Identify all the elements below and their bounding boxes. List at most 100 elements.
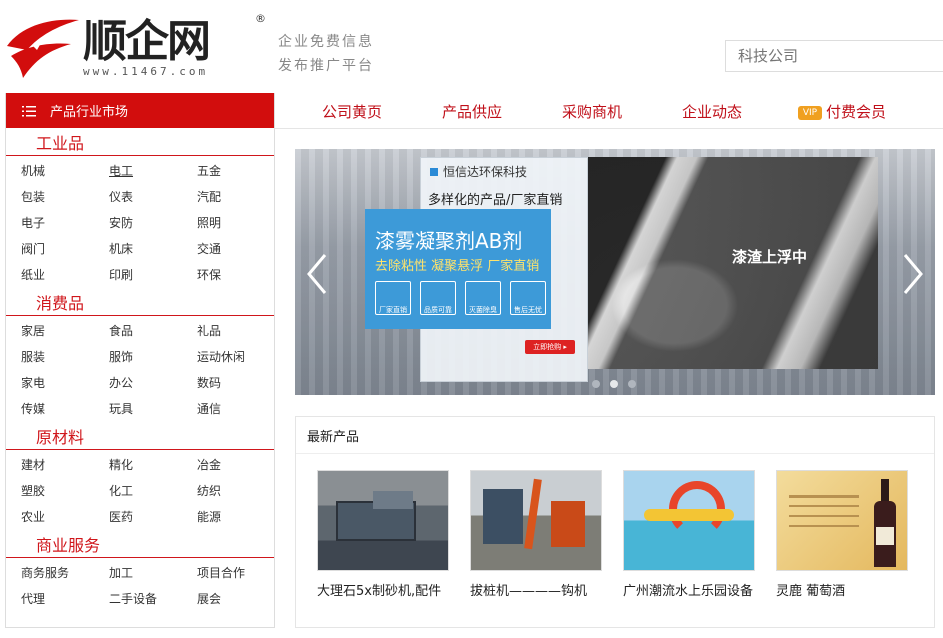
category-link[interactable]: 五金 bbox=[197, 158, 277, 184]
category-title[interactable]: 消费品 bbox=[6, 290, 274, 316]
category-link[interactable]: 冶金 bbox=[197, 452, 277, 478]
carousel-dots bbox=[592, 373, 646, 392]
banner-carousel[interactable]: 恒信达环保科技 多样化的产品/厂家直销 漆雾凝聚剂AB剂 去除粘性 凝聚悬浮 厂… bbox=[295, 149, 935, 395]
category-link[interactable]: 项目合作 bbox=[197, 560, 277, 586]
category-link[interactable]: 纸业 bbox=[21, 262, 109, 288]
category-link[interactable]: 玩具 bbox=[109, 396, 197, 422]
category-link[interactable]: 阀门 bbox=[21, 236, 109, 262]
category-link[interactable]: 精化 bbox=[109, 452, 197, 478]
category-title[interactable]: 工业品 bbox=[6, 130, 274, 156]
category-link[interactable]: 电子 bbox=[21, 210, 109, 236]
banner-title: 漆雾凝聚剂AB剂 bbox=[375, 229, 523, 253]
category-link[interactable]: 安防 bbox=[109, 210, 197, 236]
category-link[interactable]: 机械 bbox=[21, 158, 109, 184]
category-link[interactable]: 数码 bbox=[197, 370, 277, 396]
category-link[interactable]: 加工 bbox=[109, 560, 197, 586]
vip-icon: VIP bbox=[798, 106, 822, 120]
category-link[interactable]: 通信 bbox=[197, 396, 277, 422]
carousel-dot[interactable] bbox=[628, 380, 636, 388]
category-link[interactable]: 交通 bbox=[197, 236, 277, 262]
latest-products: 最新产品 大理石5x制砂机,配件 拔桩机————钩机 广州潮流水上乐园设备 灵鹿… bbox=[295, 416, 935, 628]
category-title[interactable]: 商业服务 bbox=[6, 532, 274, 558]
feature-label: 品质可靠 bbox=[424, 306, 452, 314]
category-link[interactable]: 医药 bbox=[109, 504, 197, 530]
company-logo-icon bbox=[430, 168, 438, 176]
nav-item-vip[interactable]: VIP 付费会员 bbox=[798, 101, 886, 122]
category-title[interactable]: 原材料 bbox=[6, 424, 274, 450]
search-input[interactable] bbox=[725, 40, 943, 72]
category-link[interactable]: 纺织 bbox=[197, 478, 277, 504]
category-link[interactable]: 建材 bbox=[21, 452, 109, 478]
category-link[interactable]: 传媒 bbox=[21, 396, 109, 422]
category-link[interactable]: 照明 bbox=[197, 210, 277, 236]
product-image[interactable] bbox=[623, 470, 755, 571]
category-link[interactable]: 机床 bbox=[109, 236, 197, 262]
category-link[interactable]: 家居 bbox=[21, 318, 109, 344]
category-link[interactable]: 汽配 bbox=[197, 184, 277, 210]
category-link[interactable]: 环保 bbox=[197, 262, 277, 288]
product-image[interactable] bbox=[317, 470, 449, 571]
category-sidebar: 产品行业市场 工业品 机械 电工 五金包装 仪表 汽配电子 安防 照明阀门 机床 交通纸业 印刷 环保… bbox=[5, 93, 275, 628]
nav-item-vip-label: 付费会员 bbox=[826, 103, 887, 121]
category-link[interactable]: 运动休闲 bbox=[197, 344, 277, 370]
category-link[interactable]: 化工 bbox=[109, 478, 197, 504]
category-link[interactable]: 能源 bbox=[197, 504, 277, 530]
product-name[interactable]: 大理石5x制砂机,配件 bbox=[317, 580, 451, 599]
category-link[interactable]: 农业 bbox=[21, 504, 109, 530]
product-card[interactable]: 大理石5x制砂机,配件 bbox=[317, 470, 449, 599]
category-link[interactable]: 印刷 bbox=[109, 262, 197, 288]
divider bbox=[296, 453, 934, 454]
nav-item-news[interactable]: 企业动态 bbox=[682, 101, 742, 122]
category-link[interactable]: 展会 bbox=[197, 586, 277, 612]
category-link[interactable]: 服装 bbox=[21, 344, 109, 370]
nav-item-products[interactable]: 产品供应 bbox=[442, 101, 502, 122]
carousel-prev-icon[interactable] bbox=[303, 249, 333, 299]
product-card[interactable]: 广州潮流水上乐园设备 bbox=[623, 470, 755, 599]
slogan-line-1: 企业免费信息 bbox=[278, 34, 374, 50]
category-link[interactable]: 塑胶 bbox=[21, 478, 109, 504]
category-link[interactable]: 商务服务 bbox=[21, 560, 109, 586]
carousel-dot[interactable] bbox=[592, 380, 600, 388]
category-link[interactable]: 办公 bbox=[109, 370, 197, 396]
nav-item-yellow-pages[interactable]: 公司黄页 bbox=[322, 101, 382, 122]
feature-label: 灭菌除臭 bbox=[469, 306, 497, 314]
product-name[interactable]: 灵鹿 葡萄酒 bbox=[776, 580, 910, 599]
product-image[interactable] bbox=[776, 470, 908, 571]
banner-subtitle: 去除粘性 凝聚悬浮 厂家直销 bbox=[375, 259, 540, 274]
carousel-dot-active[interactable] bbox=[610, 380, 618, 388]
carousel-next-icon[interactable] bbox=[897, 249, 927, 299]
product-image[interactable] bbox=[470, 470, 602, 571]
feature-label: 售后无忧 bbox=[514, 306, 542, 314]
site-logo[interactable]: 顺企网 ® www.11467.com bbox=[5, 12, 267, 82]
product-card[interactable]: 拔桩机————钩机 bbox=[470, 470, 602, 599]
category-link[interactable]: 代理 bbox=[21, 586, 109, 612]
banner-tagline: 多样化的产品/厂家直销 bbox=[428, 193, 563, 208]
category-link[interactable]: 食品 bbox=[109, 318, 197, 344]
banner-company-name: 恒信达环保科技 bbox=[443, 165, 528, 179]
banner-company: 恒信达环保科技 bbox=[430, 163, 527, 180]
sidebar-title: 产品行业市场 bbox=[50, 105, 129, 120]
slogan-line-2: 发布推广平台 bbox=[278, 58, 374, 74]
registered-mark: ® bbox=[255, 12, 266, 25]
nav-item-purchasing[interactable]: 采购商机 bbox=[562, 101, 622, 122]
category-link[interactable]: 礼品 bbox=[197, 318, 277, 344]
category-link[interactable]: 服饰 bbox=[109, 344, 197, 370]
slogan: 企业免费信息 发布推广平台 bbox=[278, 30, 374, 78]
main-nav: 公司黄页 产品供应 采购商机 企业动态 VIP 付费会员 bbox=[275, 93, 943, 129]
page: 顺企网 ® www.11467.com 企业免费信息 发布推广平台 产品行业市场… bbox=[0, 0, 943, 638]
category-link[interactable]: 包装 bbox=[21, 184, 109, 210]
category-link[interactable]: 电工 bbox=[109, 158, 197, 184]
product-name[interactable]: 广州潮流水上乐园设备 bbox=[623, 580, 757, 599]
feature-label: 厂家直销 bbox=[379, 306, 407, 314]
category-grid: 家居 食品 礼品服装 服饰 运动休闲家电 办公 数码传媒 玩具 通信 bbox=[6, 316, 274, 422]
category-link[interactable]: 仪表 bbox=[109, 184, 197, 210]
category-link[interactable]: 家电 bbox=[21, 370, 109, 396]
product-name[interactable]: 拔桩机————钩机 bbox=[470, 580, 604, 599]
product-card[interactable]: 灵鹿 葡萄酒 bbox=[776, 470, 908, 599]
logo-text: 顺企网 bbox=[83, 16, 211, 67]
buy-now-button[interactable]: 立即抢购 ▸ bbox=[525, 340, 575, 354]
latest-products-title: 最新产品 bbox=[307, 430, 360, 445]
menu-icon bbox=[22, 105, 36, 116]
category-link[interactable]: 二手设备 bbox=[109, 586, 197, 612]
logo-url: www.11467.com bbox=[83, 65, 209, 78]
